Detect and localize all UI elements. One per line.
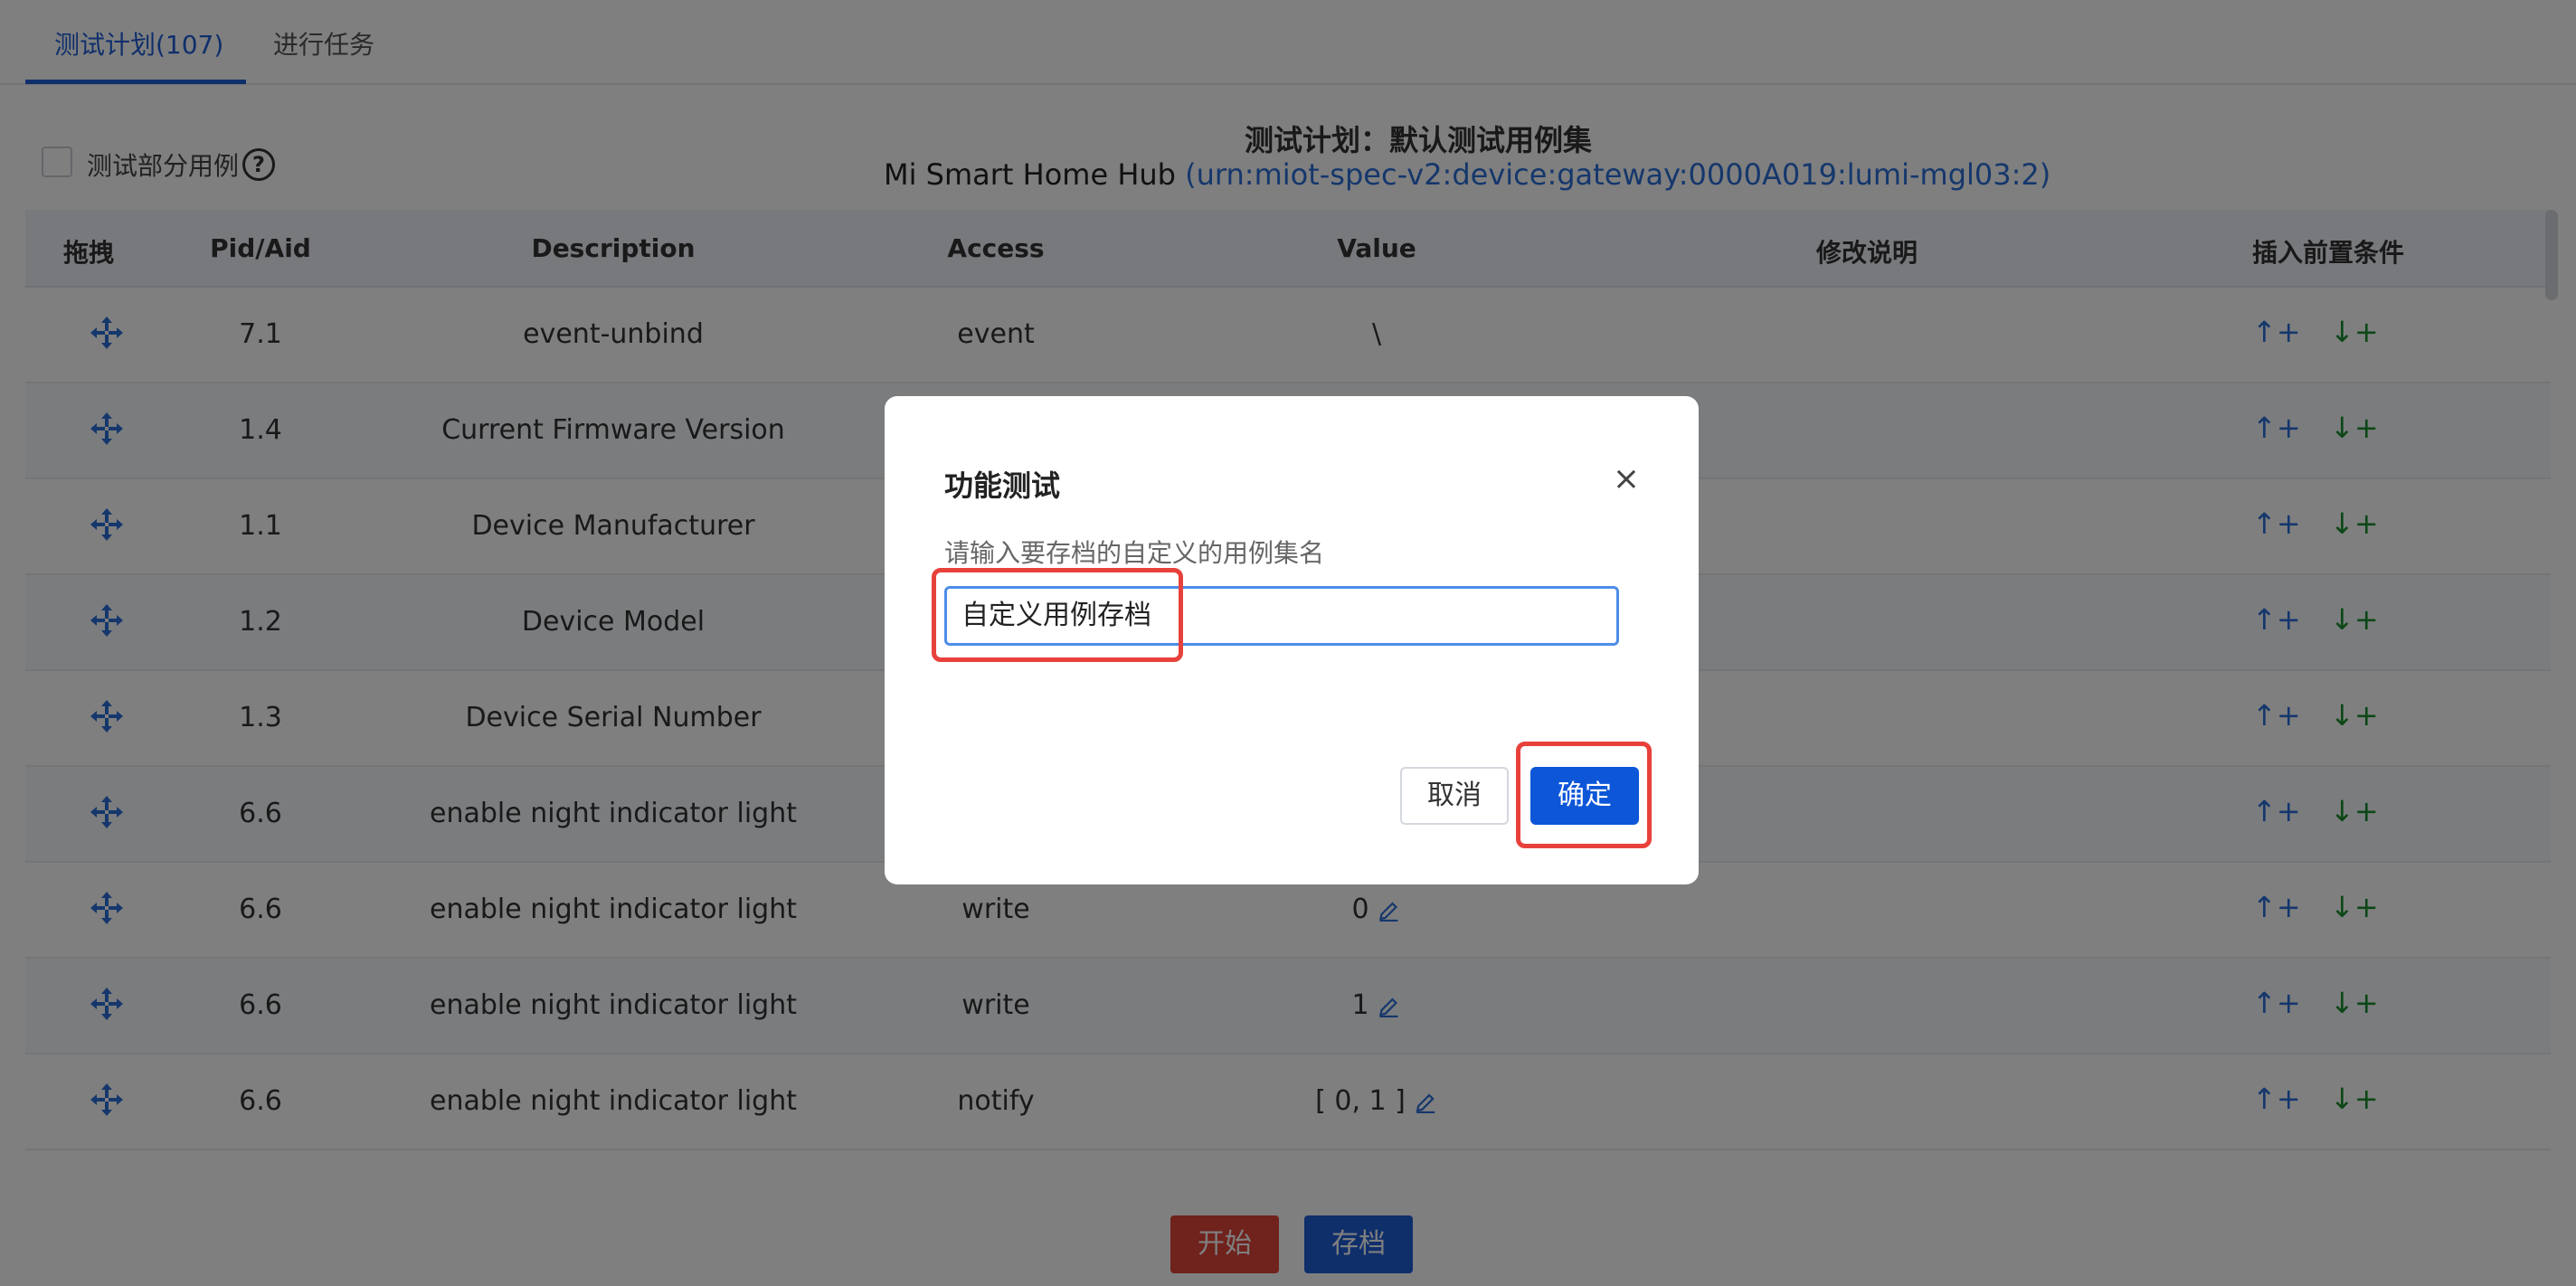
dialog-input-label: 请输入要存档的自定义的用例集名 <box>944 538 1325 568</box>
confirm-highlight-box <box>1516 742 1652 848</box>
input-highlight-box <box>932 568 1183 662</box>
cancel-button[interactable]: 取消 <box>1400 767 1509 825</box>
archive-dialog: 功能测试 × 请输入要存档的自定义的用例集名 自定义用例存档 取消 确定 <box>885 396 1699 884</box>
dialog-title: 功能测试 <box>944 468 1061 503</box>
close-icon[interactable]: × <box>1608 461 1644 497</box>
